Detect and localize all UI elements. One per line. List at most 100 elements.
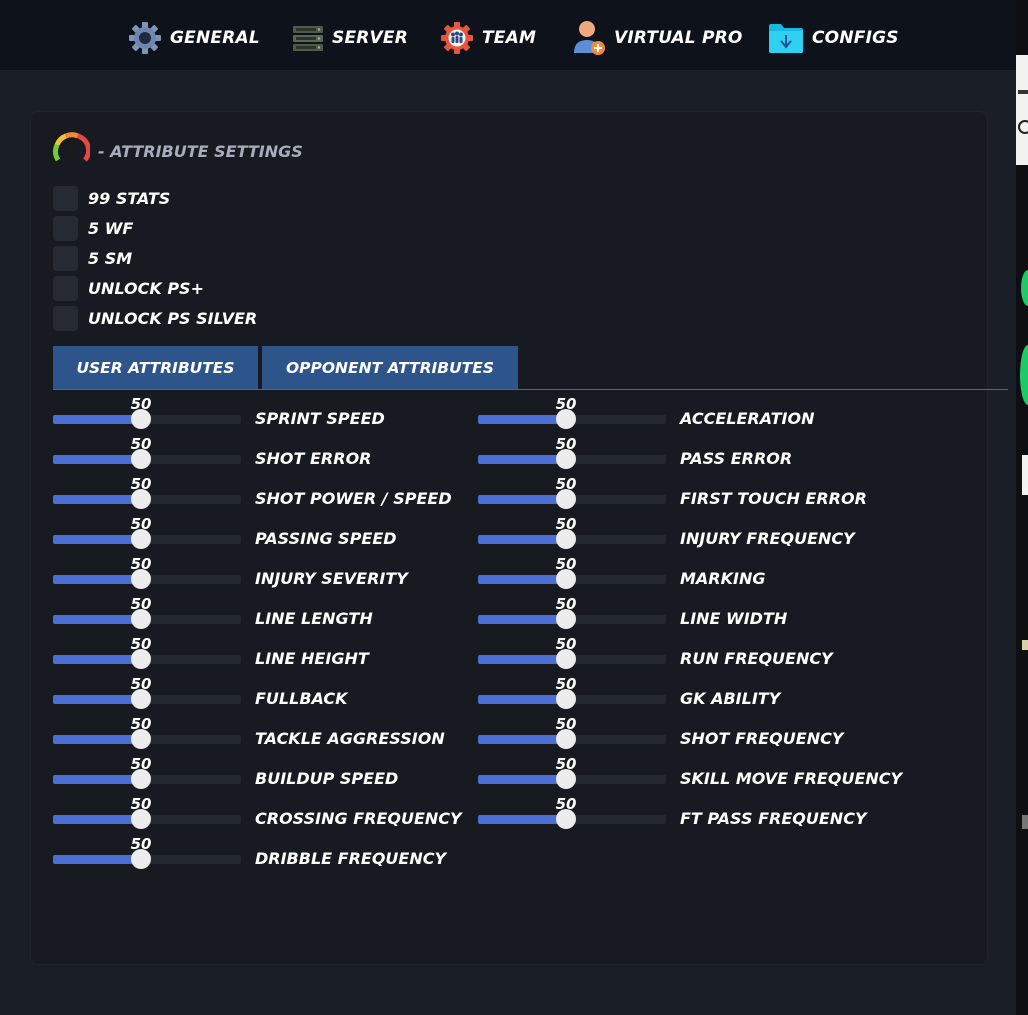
- checkbox-5-sm[interactable]: 5 SM: [53, 245, 132, 271]
- gear-icon: [128, 21, 162, 55]
- slider-label: SHOT FREQUENCY: [680, 729, 844, 748]
- slider-thumb[interactable]: [556, 529, 576, 549]
- checkbox-99-stats[interactable]: 99 STATS: [53, 185, 170, 211]
- tab-underline: [53, 389, 1008, 390]
- slider-track[interactable]: [53, 849, 241, 869]
- slider-label: FT PASS FREQUENCY: [680, 809, 867, 828]
- checkbox-unlock-ps-silver[interactable]: UNLOCK PS SILVER: [53, 305, 257, 331]
- slider-thumb[interactable]: [556, 729, 576, 749]
- slider-track[interactable]: [478, 809, 666, 829]
- checkbox-label: 5 SM: [88, 248, 133, 268]
- slider-track[interactable]: [53, 609, 241, 629]
- slider-label: ACCELERATION: [680, 409, 815, 428]
- slider-track[interactable]: [53, 729, 241, 749]
- nav-server[interactable]: SERVER: [292, 18, 408, 58]
- slider-thumb[interactable]: [556, 449, 576, 469]
- slider-thumb[interactable]: [556, 809, 576, 829]
- slider-thumb[interactable]: [131, 849, 151, 869]
- slider-label: SHOT ERROR: [255, 449, 372, 468]
- slider-fill: [478, 455, 566, 464]
- slider-track[interactable]: [478, 609, 666, 629]
- slider-fill: [53, 535, 141, 544]
- slider-track[interactable]: [53, 529, 241, 549]
- slider-label: SPRINT SPEED: [255, 409, 385, 428]
- slider-thumb[interactable]: [131, 529, 151, 549]
- slider-track[interactable]: [478, 569, 666, 589]
- nav-general[interactable]: GENERAL: [128, 18, 260, 58]
- slider-thumb[interactable]: [556, 609, 576, 629]
- slider-track[interactable]: [478, 489, 666, 509]
- slider-thumb[interactable]: [131, 809, 151, 829]
- slider-thumb[interactable]: [556, 689, 576, 709]
- checkbox-box[interactable]: [53, 305, 78, 331]
- top-nav: GENERAL SERVER TEAM VIRTUAL PRO CONFIGS: [0, 0, 1016, 70]
- slider-thumb[interactable]: [131, 569, 151, 589]
- slider-track[interactable]: [478, 529, 666, 549]
- slider-track[interactable]: [478, 449, 666, 469]
- slider-fill: [478, 415, 566, 424]
- slider-track[interactable]: [478, 409, 666, 429]
- slider-fill: [53, 775, 141, 784]
- slider-thumb[interactable]: [131, 649, 151, 669]
- folder-download-icon: [768, 22, 804, 54]
- section-title: - ATTRIBUTE SETTINGS: [98, 141, 303, 161]
- slider-thumb[interactable]: [556, 649, 576, 669]
- slider-fill: [53, 655, 141, 664]
- nav-team[interactable]: TEAM: [440, 18, 536, 58]
- slider-track[interactable]: [53, 769, 241, 789]
- slider-track[interactable]: [53, 569, 241, 589]
- slider-thumb[interactable]: [131, 409, 151, 429]
- slider-fill: [478, 615, 566, 624]
- slider-thumb[interactable]: [131, 489, 151, 509]
- section-header: - ATTRIBUTE SETTINGS: [52, 131, 303, 171]
- nav-configs[interactable]: CONFIGS: [768, 18, 899, 58]
- user-add-icon: [572, 19, 606, 57]
- slider-label: DRIBBLE FREQUENCY: [255, 849, 447, 868]
- checkbox-5-wf[interactable]: 5 WF: [53, 215, 133, 241]
- slider-thumb[interactable]: [131, 449, 151, 469]
- slider-track[interactable]: [53, 689, 241, 709]
- slider-track[interactable]: [478, 729, 666, 749]
- slider-thumb[interactable]: [556, 769, 576, 789]
- slider-label: CROSSING FREQUENCY: [255, 809, 462, 828]
- slider-thumb[interactable]: [556, 489, 576, 509]
- slider-thumb[interactable]: [131, 689, 151, 709]
- slider-thumb[interactable]: [556, 409, 576, 429]
- slider-label: PASS ERROR: [680, 449, 793, 468]
- checkbox-box[interactable]: [53, 215, 78, 241]
- slider-label: BUILDUP SPEED: [255, 769, 399, 788]
- checkbox-label: UNLOCK PS SILVER: [88, 308, 258, 328]
- tab-opponent-attributes[interactable]: OPPONENT ATTRIBUTES: [262, 346, 518, 389]
- slider-track[interactable]: [53, 649, 241, 669]
- checkbox-box[interactable]: [53, 275, 78, 301]
- slider-label: LINE LENGTH: [255, 609, 373, 628]
- slider-track[interactable]: [478, 649, 666, 669]
- checkbox-unlock-ps-plus[interactable]: UNLOCK PS+: [53, 275, 204, 301]
- slider-thumb[interactable]: [131, 609, 151, 629]
- tab-user-attributes[interactable]: USER ATTRIBUTES: [53, 346, 258, 389]
- slider-thumb[interactable]: [131, 729, 151, 749]
- checkbox-box[interactable]: [53, 185, 78, 211]
- slider-fill: [53, 415, 141, 424]
- slider-label: INJURY SEVERITY: [255, 569, 408, 588]
- slider-fill: [478, 815, 566, 824]
- nav-label: GENERAL: [170, 28, 260, 48]
- slider-track[interactable]: [478, 769, 666, 789]
- slider-label: FIRST TOUCH ERROR: [680, 489, 867, 508]
- slider-track[interactable]: [53, 409, 241, 429]
- slider-track[interactable]: [53, 809, 241, 829]
- slider-fill: [478, 655, 566, 664]
- slider-thumb[interactable]: [131, 769, 151, 789]
- nav-label: VIRTUAL PRO: [614, 28, 743, 48]
- slider-fill: [478, 535, 566, 544]
- slider-track[interactable]: [478, 689, 666, 709]
- slider-thumb[interactable]: [556, 569, 576, 589]
- nav-virtual-pro[interactable]: VIRTUAL PRO: [572, 18, 743, 58]
- slider-track[interactable]: [53, 489, 241, 509]
- slider-track[interactable]: [53, 449, 241, 469]
- nav-label: TEAM: [482, 28, 537, 48]
- slider-label: TACKLE AGGRESSION: [255, 729, 445, 748]
- nav-label: CONFIGS: [812, 28, 899, 48]
- checkbox-box[interactable]: [53, 245, 78, 271]
- slider-fill: [53, 815, 141, 824]
